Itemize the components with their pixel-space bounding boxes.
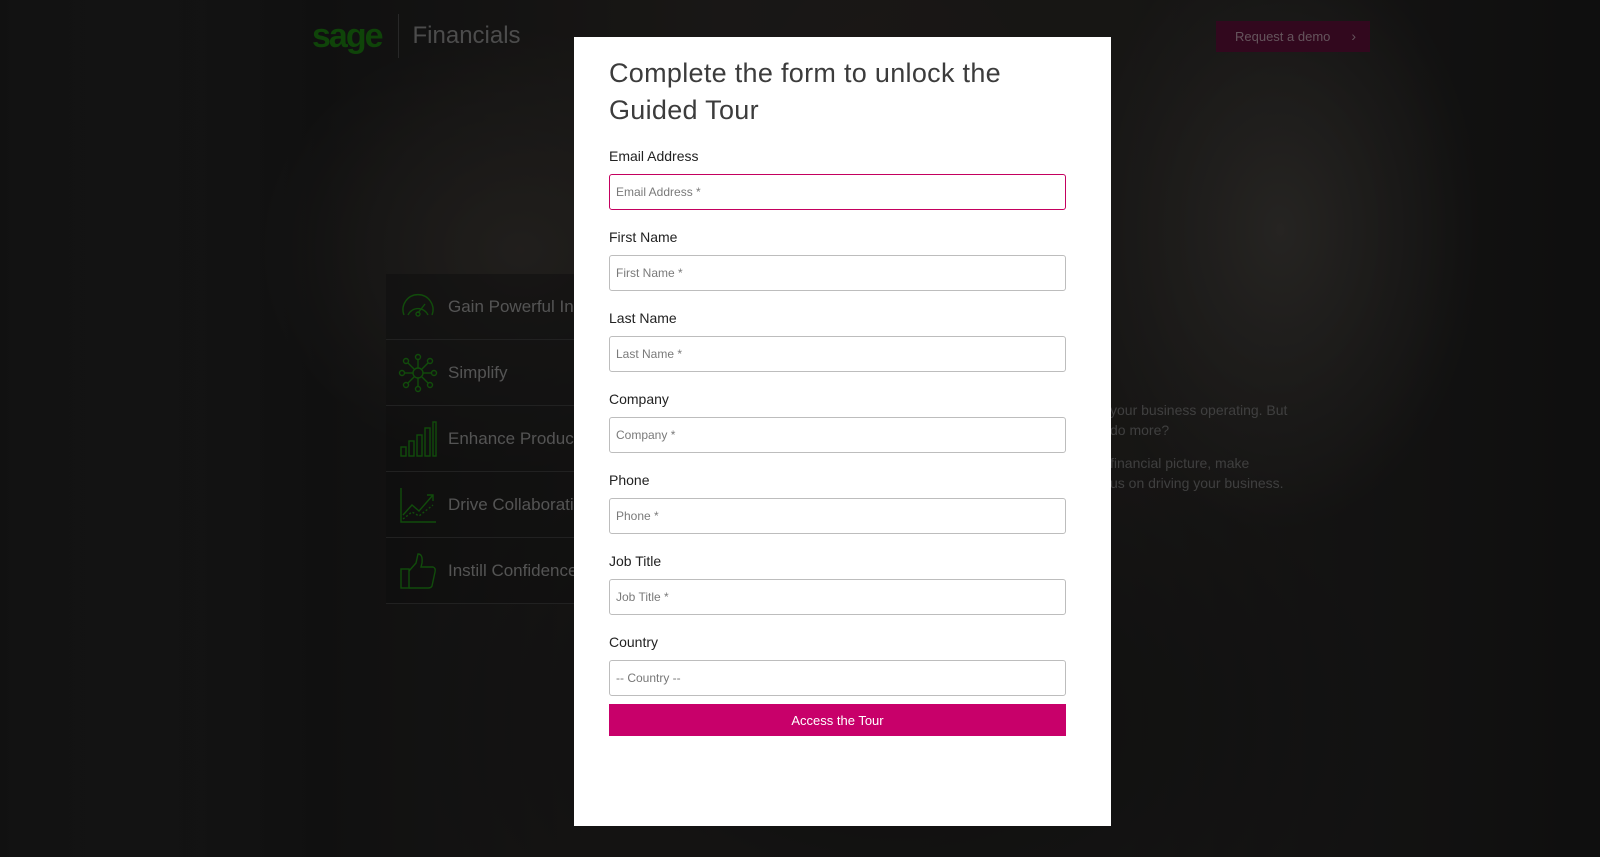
company-label: Company <box>609 391 669 407</box>
phone-group: Phone <box>609 471 1066 534</box>
last-name-group: Last Name <box>609 309 1066 372</box>
access-tour-button[interactable]: Access the Tour <box>609 704 1066 736</box>
company-field[interactable] <box>609 417 1066 453</box>
country-select[interactable]: -- Country -- <box>609 660 1066 696</box>
phone-field[interactable] <box>609 498 1066 534</box>
country-select-value: -- Country -- <box>616 671 681 685</box>
last-name-field[interactable] <box>609 336 1066 372</box>
country-label: Country <box>609 634 659 650</box>
job-title-field[interactable] <box>609 579 1066 615</box>
last-name-label: Last Name <box>609 310 677 326</box>
country-group: Country -- Country -- <box>609 633 1066 696</box>
email-group: Email Address <box>609 147 1066 210</box>
lead-form-modal: Complete the form to unlock the Guided T… <box>574 37 1111 826</box>
job-title-group: Job Title <box>609 552 1066 615</box>
first-name-label: First Name <box>609 229 678 245</box>
email-field[interactable] <box>609 174 1066 210</box>
job-title-label: Job Title <box>609 553 662 569</box>
phone-label: Phone <box>609 472 650 488</box>
first-name-field[interactable] <box>609 255 1066 291</box>
company-group: Company <box>609 390 1066 453</box>
email-label: Email Address <box>609 148 699 164</box>
modal-title: Complete the form to unlock the Guided T… <box>609 58 1001 125</box>
first-name-group: First Name <box>609 228 1066 291</box>
